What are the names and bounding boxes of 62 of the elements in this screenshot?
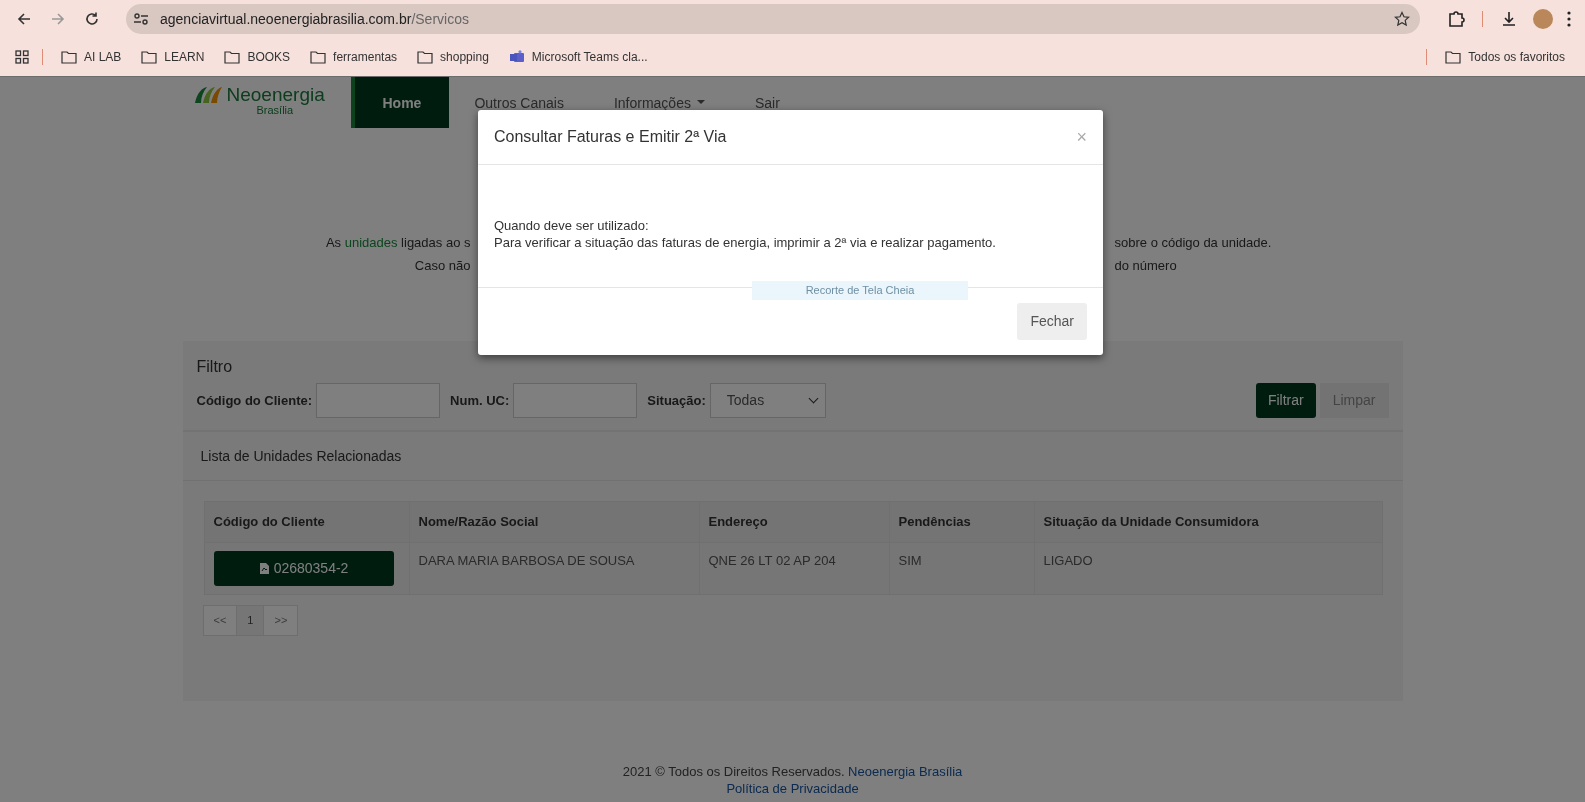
intro-text: As unidades ligadas ao s — [325, 234, 471, 252]
company-link[interactable]: Neoenergia Brasília — [848, 764, 963, 779]
modal-title: Consultar Faturas e Emitir 2ª Via — [494, 127, 727, 147]
privacy-link[interactable]: Política de Privacidade — [726, 781, 859, 796]
input-field[interactable] — [513, 383, 638, 418]
logo-subtitle: Brasília — [256, 105, 294, 116]
bookmark-item[interactable]: BOOKS — [216, 45, 299, 69]
folder-icon — [310, 50, 327, 64]
folder-icon — [1445, 50, 1462, 64]
logo-text: Neoenergia — [226, 85, 325, 105]
bookmark-item[interactable]: Todos os favoritos — [1437, 45, 1573, 69]
bookmark-item[interactable]: ferramentas — [302, 45, 406, 69]
filter-button[interactable]: Filtrar — [1255, 383, 1316, 418]
nav-tab[interactable]: Sair — [729, 77, 805, 128]
folder-icon — [61, 50, 77, 64]
field-label: Código do Cliente: — [196, 391, 313, 410]
modal-text: Para verificar a situação das faturas de energia, imprimir a 2ª via e realizar pagamento. — [494, 234, 997, 251]
modal-text: Quando deve ser utilizado: — [494, 217, 650, 234]
column-header: Pendências — [889, 501, 1034, 542]
document-icon — [258, 561, 270, 575]
column-header: Situação da Unidade Consumidora — [1034, 501, 1382, 542]
table-cell: DARA MARIA BARBOSA DE SOUSA — [409, 542, 699, 595]
table-cell: LIGADO — [1034, 542, 1382, 595]
client-code-button[interactable]: 02680354-2 — [213, 550, 394, 586]
list-title: Lista de Unidades Relacionadas — [182, 432, 1403, 481]
site-settings-icon[interactable] — [132, 11, 150, 27]
field-label: Situação: — [647, 391, 706, 410]
site-logo[interactable]: Neoenergia Brasília — [182, 77, 351, 128]
table-cell: QNE 26 LT 02 AP 204 — [699, 542, 889, 595]
column-header: Endereço — [699, 501, 889, 542]
units-link[interactable]: unidades — [344, 235, 398, 250]
folder-icon — [224, 50, 241, 64]
nav-tab[interactable]: Home — [350, 77, 450, 128]
folder-icon — [417, 50, 434, 64]
page-link[interactable]: << — [202, 605, 238, 636]
close-modal-button[interactable]: Fechar — [1017, 303, 1087, 340]
address-bar[interactable]: agenciavirtual.neoenergiabrasilia.com.br/Servicos — [126, 4, 1420, 34]
page-link[interactable]: 1 — [236, 605, 265, 636]
folder-icon — [141, 50, 158, 64]
nav-tab[interactable]: Outros Canais — [449, 77, 589, 128]
column-header: Código do Cliente — [204, 501, 409, 542]
url-text: agenciavirtual.neoenergiabrasilia.com.br/Servicos — [160, 9, 469, 29]
bookmark-item[interactable]: LEARN — [133, 45, 213, 69]
page-link[interactable]: >> — [263, 605, 299, 636]
bookmark-item[interactable]: shopping — [409, 45, 497, 69]
filter-title: Filtro — [196, 357, 234, 377]
app-icon — [508, 50, 525, 64]
bookmark-item[interactable]: Microsoft Teams cla... — [500, 45, 656, 69]
intro-text: sobre o código da unidade. — [1114, 234, 1273, 252]
capture-label: Recorte de Tela Cheia — [752, 281, 968, 300]
field-label: Num. UC: — [450, 391, 510, 410]
table-cell: SIM — [889, 542, 1034, 595]
bookmark-item[interactable]: AI LAB — [53, 45, 130, 69]
leaf-logo-icon — [192, 85, 223, 105]
intro-text: do número — [1114, 256, 1178, 275]
copyright-text: 2021 © Todos os Direitos Reservados. Neoenergia Brasília — [621, 763, 964, 780]
input-field[interactable] — [316, 383, 441, 418]
situation-select[interactable]: Todas — [709, 383, 826, 418]
close-button[interactable]: × — [1076, 123, 1087, 151]
star-icon[interactable] — [1394, 11, 1410, 27]
intro-text: Caso não — [414, 256, 471, 275]
column-header: Nome/Razão Social — [409, 501, 699, 542]
